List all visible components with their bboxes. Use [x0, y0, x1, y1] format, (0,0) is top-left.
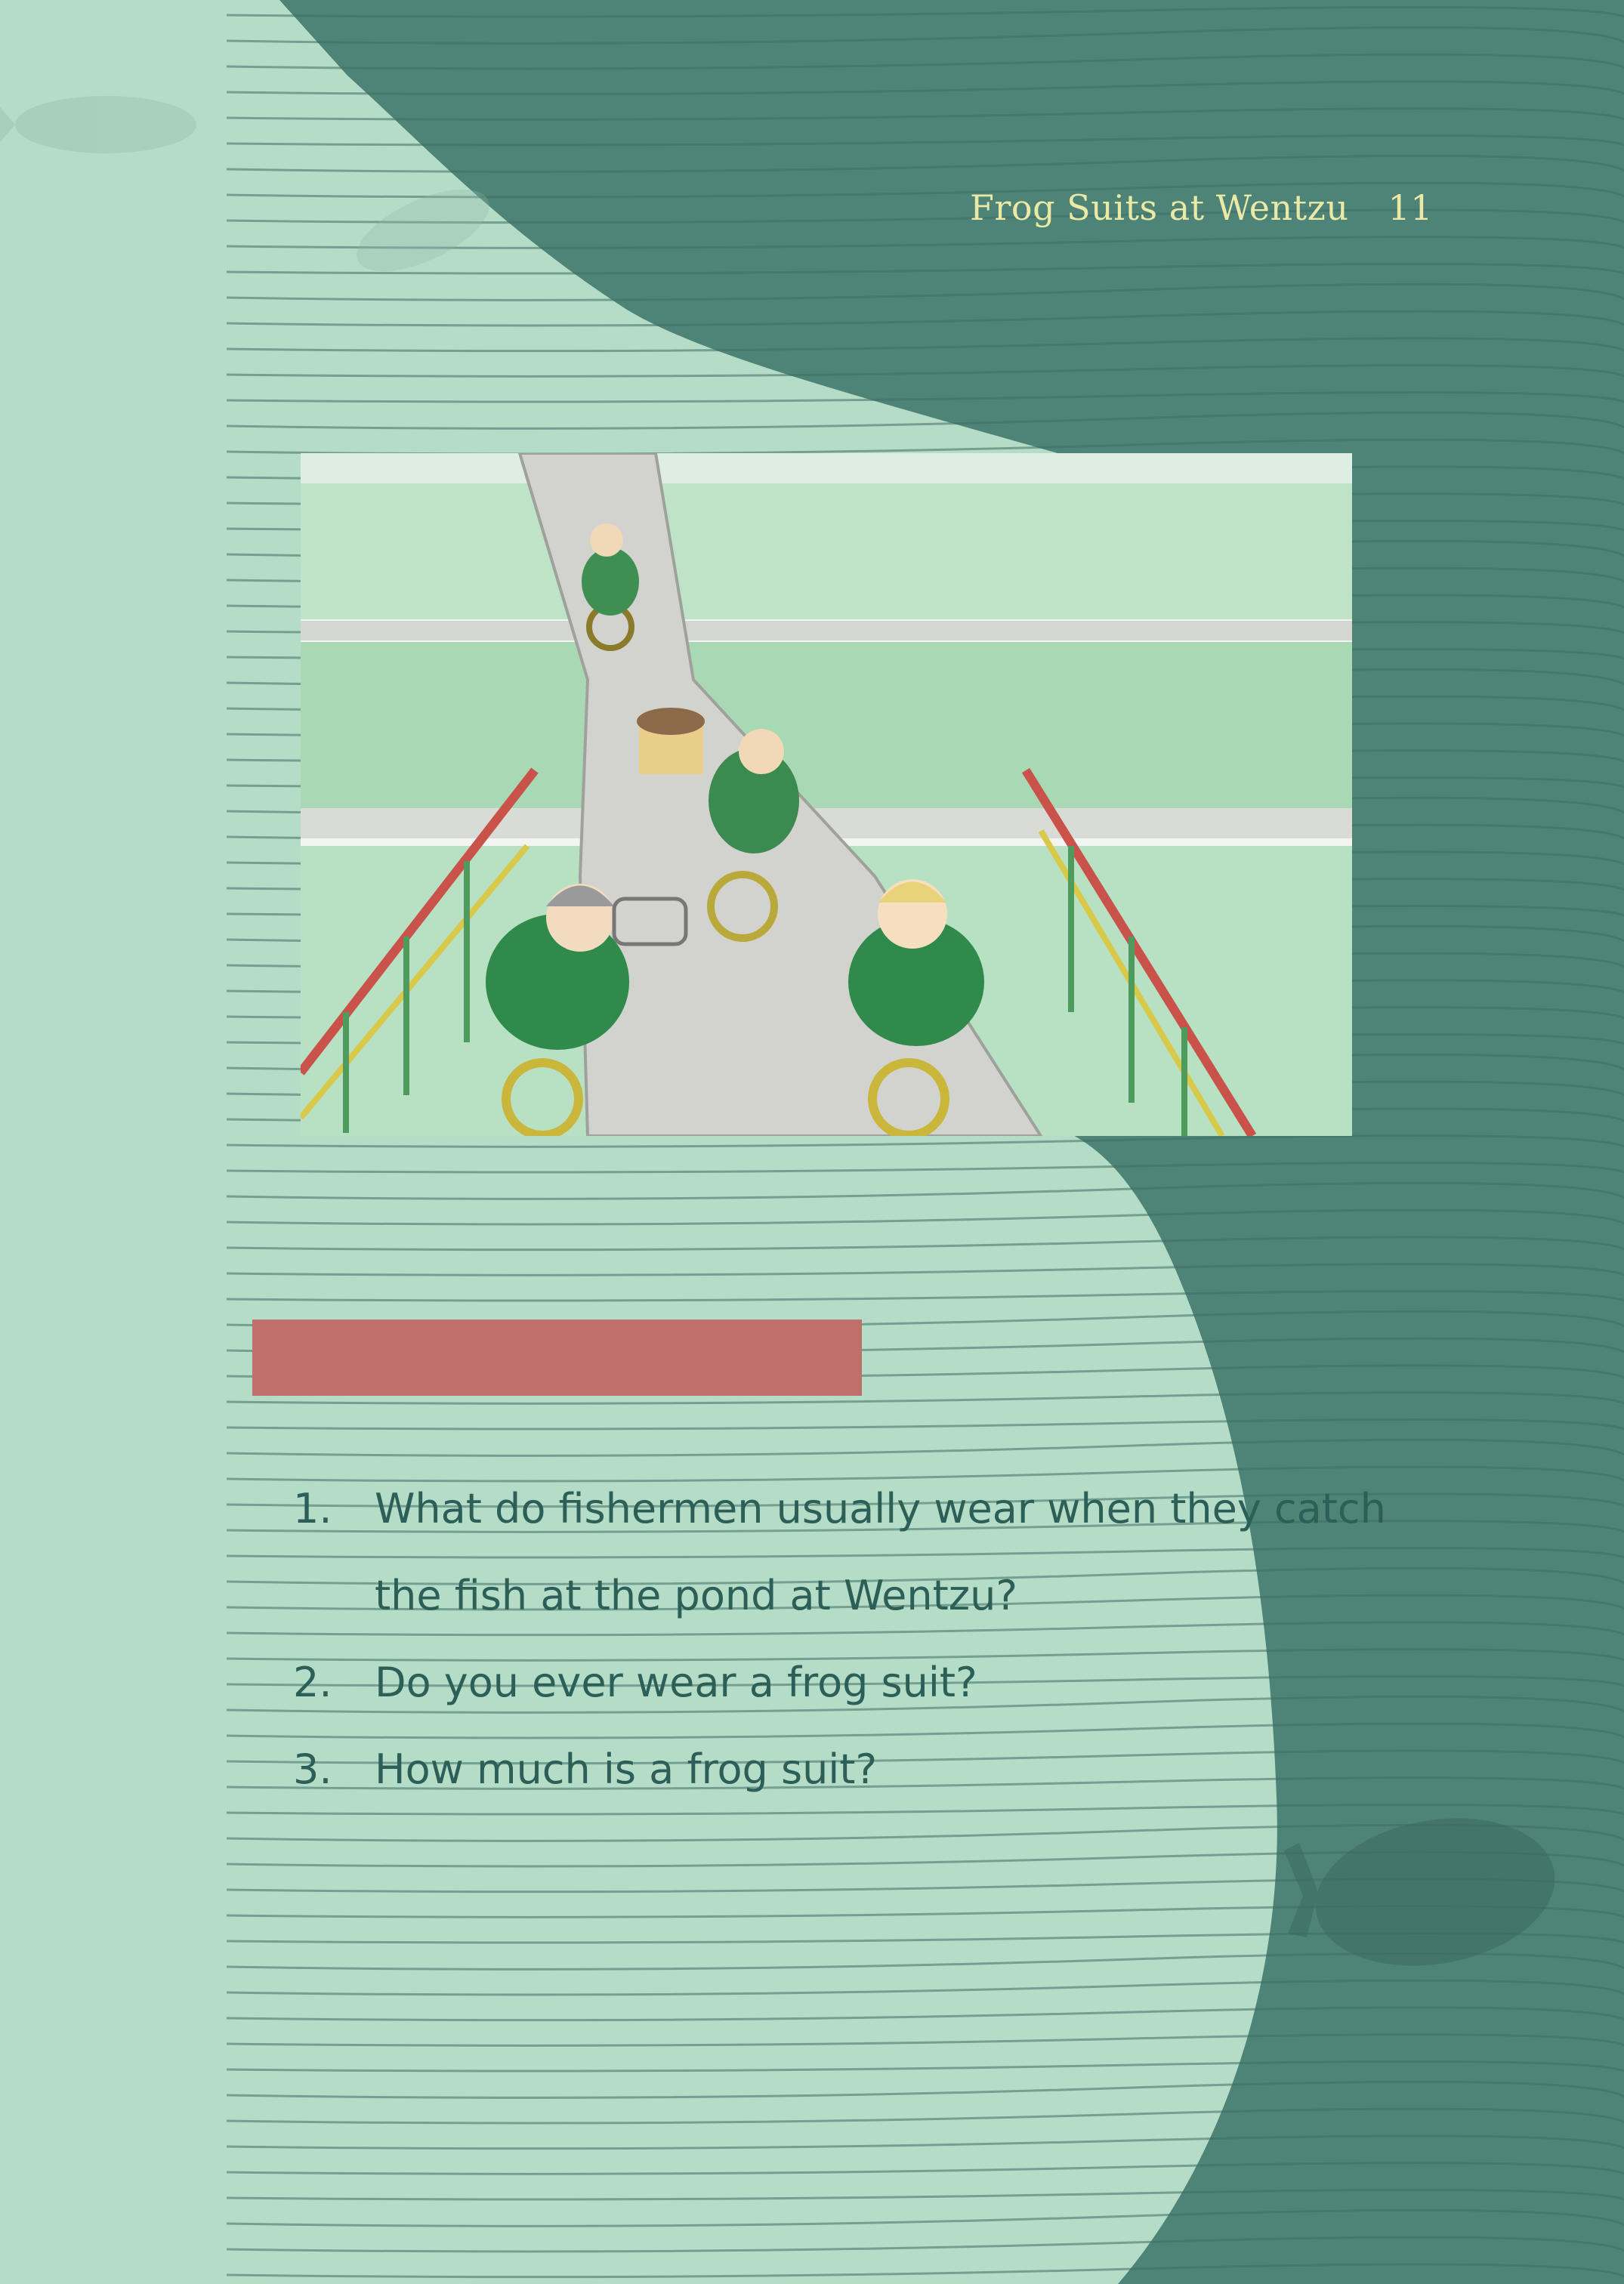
- page-background: [0, 0, 1624, 2284]
- question-number: 1.: [293, 1485, 332, 1532]
- question-text: How much is a frog suit?: [375, 1745, 878, 1793]
- illustration-fishermen-bridge: [301, 453, 1352, 1136]
- question-text: What do fishermen usually wear when they…: [375, 1485, 1386, 1619]
- question-number: 2.: [293, 1659, 332, 1706]
- question-number: 3.: [293, 1745, 332, 1793]
- question-item: 2. Do you ever wear a frog suit?: [293, 1639, 1426, 1726]
- page-number: 11: [1388, 187, 1434, 228]
- chapter-title: Frog Suits at Wentzu: [970, 187, 1349, 228]
- accent-bar: [252, 1319, 862, 1396]
- question-text: Do you ever wear a frog suit?: [375, 1659, 977, 1706]
- question-item: 1. What do fishermen usually wear when t…: [293, 1465, 1426, 1639]
- question-item: 3. How much is a frog suit?: [293, 1726, 1426, 1813]
- discussion-questions: 1. What do fishermen usually wear when t…: [293, 1465, 1426, 1813]
- book-page: Frog Suits at Wentzu 11 1. What do fishe…: [0, 0, 1624, 2284]
- running-header: Frog Suits at Wentzu 11: [970, 187, 1433, 228]
